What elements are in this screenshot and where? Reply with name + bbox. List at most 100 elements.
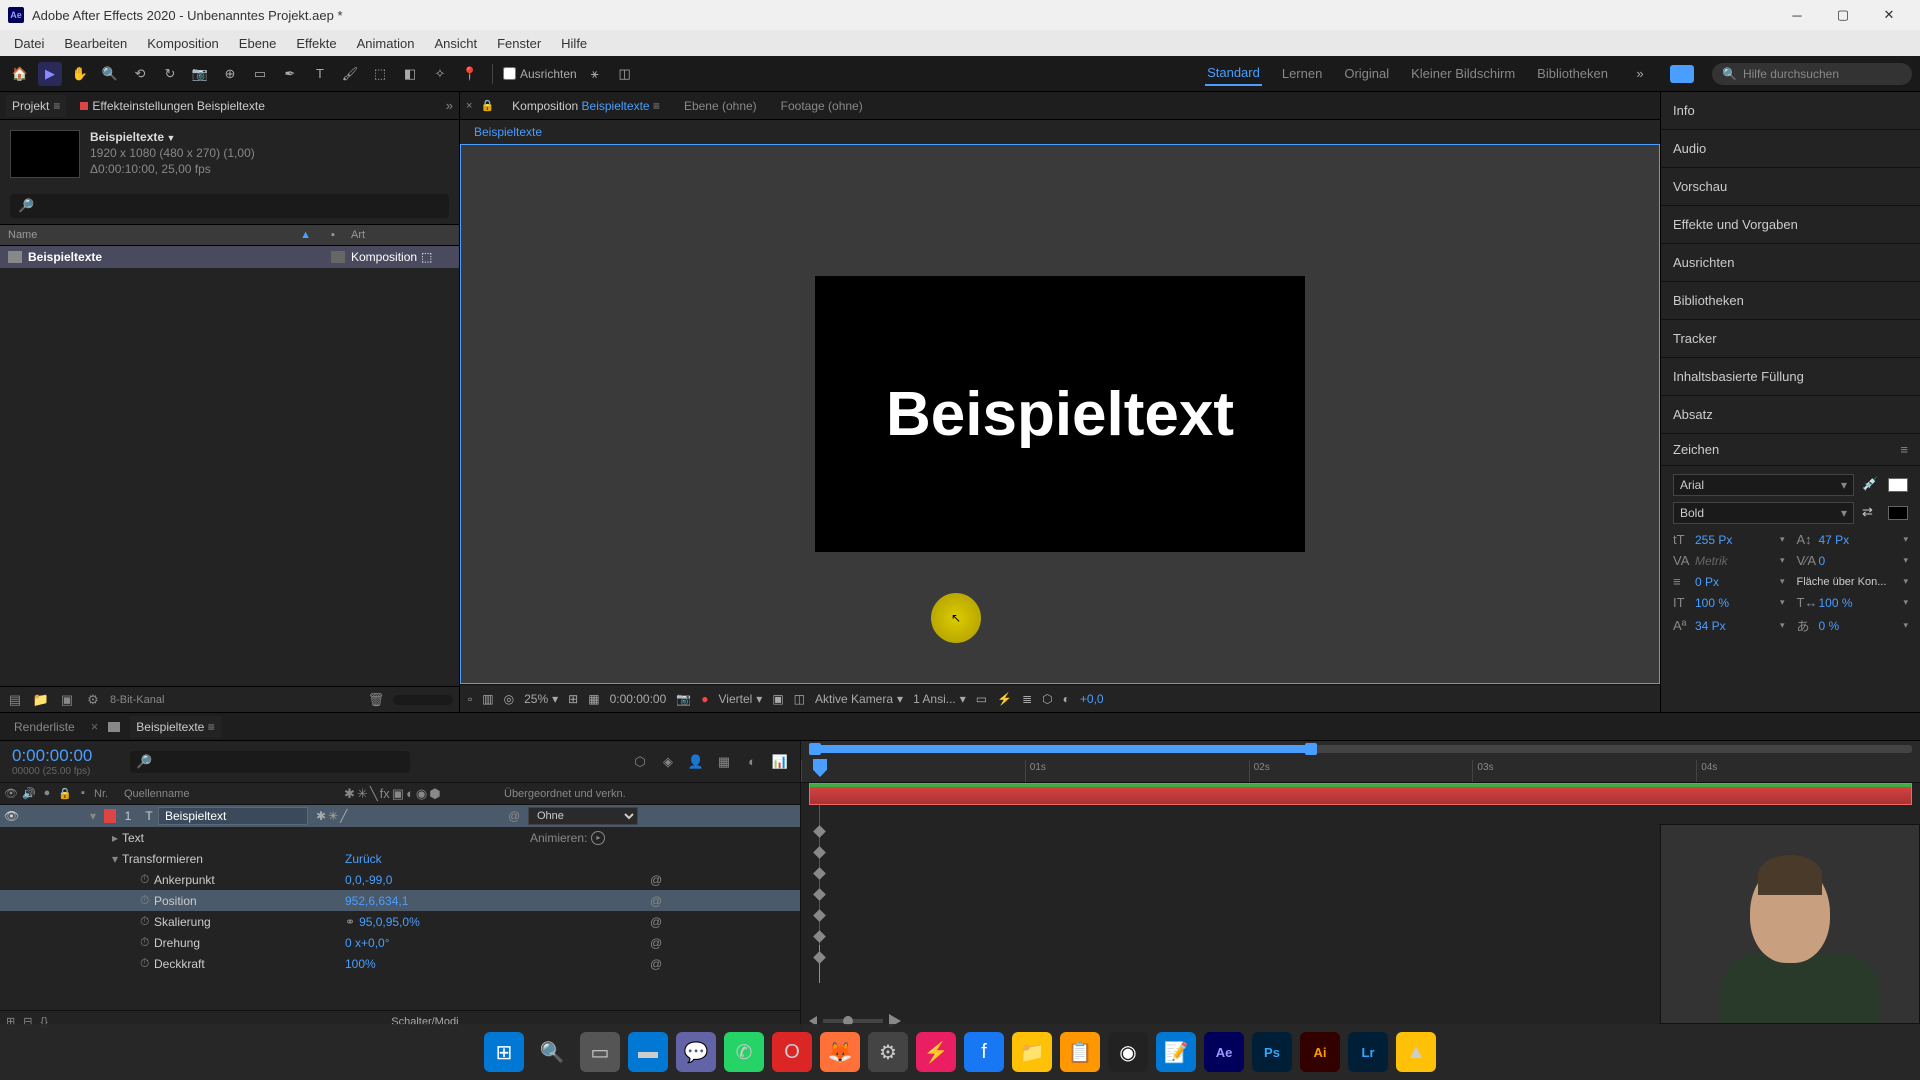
prop-text-group[interactable]: ▸ Text Animieren:▸	[0, 827, 800, 848]
taskbar-facebook[interactable]: f	[964, 1032, 1004, 1072]
workspace-lernen[interactable]: Lernen	[1280, 62, 1324, 85]
taskbar-lr[interactable]: Lr	[1348, 1032, 1388, 1072]
render-queue-tab[interactable]: Renderliste	[8, 716, 81, 738]
time-ruler[interactable]: 01s 02s 03s 04s	[801, 741, 1920, 783]
comp-canvas[interactable]: Beispieltext	[815, 276, 1305, 552]
swap-colors-icon[interactable]: ⇄	[1862, 504, 1880, 522]
panel-effects[interactable]: Effekte und Vorgaben	[1661, 206, 1920, 244]
text-layer-preview[interactable]: Beispieltext	[886, 379, 1234, 450]
timecode-display[interactable]: 0:00:00:00	[610, 692, 667, 706]
keyframe-marker[interactable]	[813, 909, 826, 922]
snap-checkbox[interactable]: Ausrichten	[503, 67, 577, 81]
timeline-search-input[interactable]: 🔎	[130, 751, 410, 773]
panel-audio[interactable]: Audio	[1661, 130, 1920, 168]
keyframe-marker[interactable]	[813, 867, 826, 880]
tracking-field[interactable]: V⁄A0▾	[1797, 553, 1909, 568]
composition-tab[interactable]: Komposition Beispieltexte ≡	[506, 95, 666, 117]
font-family-dropdown[interactable]: Arial	[1673, 474, 1854, 496]
kerning-field[interactable]: VAMetrik▾	[1673, 553, 1785, 568]
label-col-icon[interactable]: ▪	[76, 787, 90, 800]
layer-color-chip[interactable]	[104, 809, 116, 823]
work-area-end-handle[interactable]	[1305, 743, 1317, 755]
timeline-icon[interactable]: ≣	[1022, 692, 1032, 706]
font-size-field[interactable]: tT255 Px▾	[1673, 532, 1785, 547]
roto-tool[interactable]: ✧	[428, 62, 452, 86]
panel-tracker[interactable]: Tracker	[1661, 320, 1920, 358]
region-icon[interactable]: ◫	[794, 692, 805, 706]
panel-paragraph[interactable]: Absatz	[1661, 396, 1920, 434]
shy-switch[interactable]: ✱	[316, 809, 326, 823]
menu-effekte[interactable]: Effekte	[286, 36, 346, 51]
video-col-icon[interactable]: 👁	[4, 787, 18, 800]
panel-content-aware[interactable]: Inhaltsbasierte Füllung	[1661, 358, 1920, 396]
rotate-tool[interactable]: ↻	[158, 62, 182, 86]
stopwatch-icon[interactable]: ⏱	[140, 893, 154, 908]
taskbar-app[interactable]: 💬	[676, 1032, 716, 1072]
taskbar-firefox[interactable]: 🦊	[820, 1032, 860, 1072]
font-style-dropdown[interactable]: Bold	[1673, 502, 1854, 524]
brush-tool[interactable]: 🖌	[338, 62, 362, 86]
stroke-mode-dropdown[interactable]: Fläche über Kon...▾	[1797, 574, 1909, 589]
start-button[interactable]: ⊞	[484, 1032, 524, 1072]
taskbar-app[interactable]: ⚙	[868, 1032, 908, 1072]
tsume-field[interactable]: あ0 %▾	[1797, 616, 1909, 635]
reset-link[interactable]: Zurück	[345, 852, 382, 866]
snap-options-2-icon[interactable]: ◫	[613, 62, 637, 86]
panel-overflow-icon[interactable]: »	[446, 98, 453, 113]
panel-menu-icon[interactable]: ≡	[1900, 442, 1908, 457]
workspace-bibliotheken[interactable]: Bibliotheken	[1535, 62, 1610, 85]
workspace-kleiner[interactable]: Kleiner Bildschirm	[1409, 62, 1517, 85]
taskbar-messenger[interactable]: ⚡	[916, 1032, 956, 1072]
color-swatches[interactable]	[1888, 478, 1908, 492]
solo-col-icon[interactable]: ●	[40, 787, 54, 800]
prop-transform-group[interactable]: ▾ Transformieren Zurück	[0, 848, 800, 869]
quality-switch[interactable]: ✳	[328, 809, 338, 823]
panel-vorschau[interactable]: Vorschau	[1661, 168, 1920, 206]
panel-libraries[interactable]: Bibliotheken	[1661, 282, 1920, 320]
magnification-icon[interactable]: ▫	[468, 692, 472, 706]
menu-ansicht[interactable]: Ansicht	[424, 36, 487, 51]
fast-preview-icon[interactable]: ⚡	[997, 692, 1012, 706]
work-area-bar[interactable]	[809, 745, 1912, 753]
menu-komposition[interactable]: Komposition	[137, 36, 229, 51]
camera-tool[interactable]: 📷	[188, 62, 212, 86]
mask-icon[interactable]: ◎	[504, 692, 514, 706]
taskbar-ps[interactable]: Ps	[1252, 1032, 1292, 1072]
keyframe-marker[interactable]	[813, 930, 826, 943]
flowchart-breadcrumb[interactable]: Beispieltexte	[460, 120, 1660, 144]
new-comp-icon[interactable]: ▣	[58, 691, 76, 709]
bit-depth-label[interactable]: 8-Bit-Kanal	[110, 694, 164, 706]
menu-hilfe[interactable]: Hilfe	[551, 36, 597, 51]
maximize-button[interactable]: ▢	[1820, 0, 1866, 30]
parent-dropdown[interactable]: Ohne	[528, 807, 638, 825]
timeline-comp-tab[interactable]: Beispieltexte ≡	[130, 716, 220, 738]
twirl-icon[interactable]: ▾	[108, 852, 122, 866]
exposure-value[interactable]: +0,0	[1080, 692, 1104, 706]
resolution-icon[interactable]: ▥	[482, 692, 493, 706]
project-search-input[interactable]: 🔎	[10, 194, 449, 218]
sync-settings-icon[interactable]	[1670, 65, 1694, 83]
project-columns-header[interactable]: Name ▲ ▪ Art	[0, 224, 459, 246]
project-tab[interactable]: Projekt≡	[6, 95, 66, 117]
close-button[interactable]: ✕	[1866, 0, 1912, 30]
pixel-aspect-icon[interactable]: ▭	[976, 692, 987, 706]
taskbar-app[interactable]: 📋	[1060, 1032, 1100, 1072]
motion-blur-icon[interactable]: ◐	[742, 752, 762, 772]
stroke-width-field[interactable]: ≡0 Px▾	[1673, 574, 1785, 589]
stopwatch-icon[interactable]: ⏱	[140, 956, 154, 971]
taskbar-app[interactable]: 📝	[1156, 1032, 1196, 1072]
taskbar-app[interactable]: ▬	[628, 1032, 668, 1072]
leading-field[interactable]: A↕47 Px▾	[1797, 532, 1909, 547]
lock-tab-icon[interactable]: 🔒	[480, 99, 494, 112]
home-tool[interactable]: 🏠	[8, 62, 32, 86]
guides-icon[interactable]: ▦	[588, 692, 599, 706]
prop-rotation[interactable]: ⏱ Drehung 0 x+0,0° @	[0, 932, 800, 953]
layer-duration-bar[interactable]	[809, 783, 1912, 805]
expression-pickwhip-icon[interactable]: @	[650, 873, 662, 887]
expression-pickwhip-icon[interactable]: @	[650, 957, 662, 971]
prop-scale[interactable]: ⏱ Skalierung ⚭95,0,95,0% @	[0, 911, 800, 932]
exposure-reset-icon[interactable]: ◐	[1063, 692, 1070, 706]
stopwatch-icon[interactable]: ⏱	[140, 935, 154, 950]
work-area-start-handle[interactable]	[809, 743, 821, 755]
expression-pickwhip-icon[interactable]: @	[650, 915, 662, 929]
